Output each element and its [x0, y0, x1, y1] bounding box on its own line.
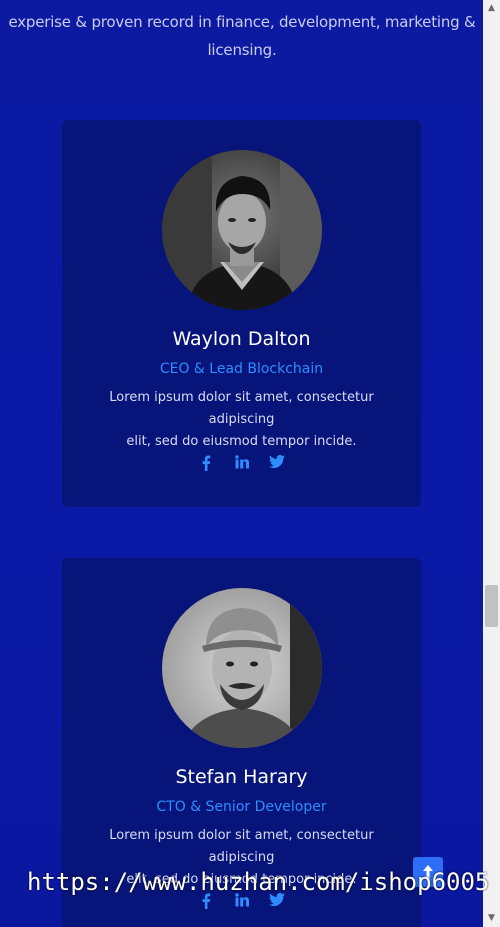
member-bio-line: Lorem ipsum dolor sit amet, consectetur … [109, 828, 374, 865]
member-role: CTO & Senior Developer [156, 799, 327, 815]
intro-line-1: experise & proven record in finance, dev… [8, 13, 476, 31]
vertical-scrollbar[interactable]: ▲ ▼ [483, 0, 500, 927]
scroll-down-arrow-icon[interactable]: ▼ [483, 910, 500, 927]
avatar [162, 150, 322, 310]
scroll-up-arrow-icon[interactable]: ▲ [483, 0, 500, 17]
member-role: CEO & Lead Blockchain [159, 361, 324, 377]
team-card: Waylon Dalton CEO & Lead Blockchain Lore… [62, 120, 421, 507]
watermark-text: https://www.huzhan.com/ishop6005 [27, 868, 490, 896]
intro-line-2: licensing. [207, 41, 277, 59]
intro-text: experise & proven record in finance, dev… [0, 0, 484, 64]
member-name: Waylon Dalton [172, 328, 311, 350]
member-bio: Lorem ipsum dolor sit amet, consectetur … [82, 387, 401, 453]
scrollbar-thumb[interactable] [485, 585, 498, 627]
avatar [162, 588, 322, 748]
facebook-icon[interactable] [193, 455, 219, 475]
social-links [62, 454, 421, 475]
linkedin-icon[interactable] [229, 454, 255, 475]
member-name: Stefan Harary [175, 766, 308, 788]
member-bio-line: Lorem ipsum dolor sit amet, consectetur … [109, 390, 374, 427]
intro-line-top [0, 0, 484, 8]
member-bio-line: elit, sed do eiusmod tempor incide. [126, 434, 357, 449]
team-section: experise & proven record in finance, dev… [0, 0, 500, 927]
twitter-icon[interactable] [264, 454, 290, 475]
